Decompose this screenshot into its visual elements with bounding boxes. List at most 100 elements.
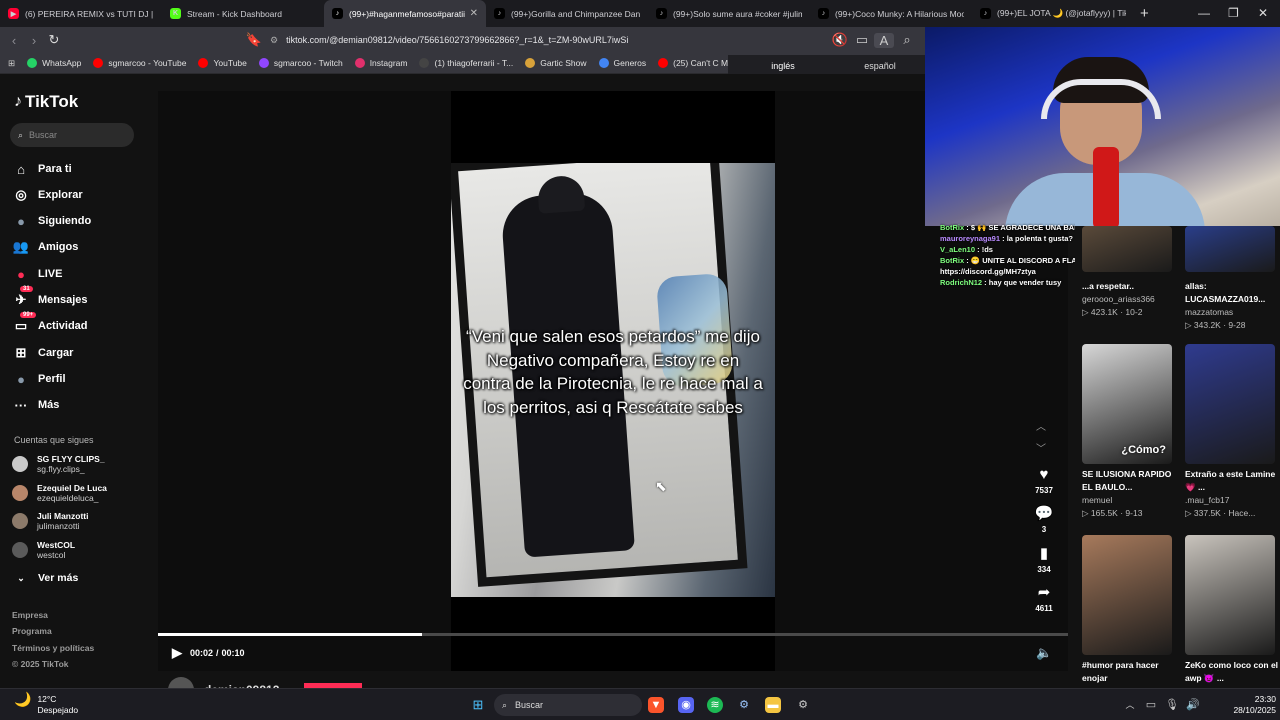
- apps-grid-icon[interactable]: ⊞: [8, 58, 15, 69]
- video-thumbnail[interactable]: ¿Cómo?: [1082, 344, 1172, 464]
- network-icon[interactable]: ▭: [1143, 697, 1159, 713]
- windows-start-icon[interactable]: ⊞: [470, 697, 486, 713]
- mute-icon[interactable]: 🔇: [830, 32, 850, 48]
- video-card-author: geroooo_ariass366: [1082, 294, 1155, 304]
- clock[interactable]: 23:30 28/10/2025: [1226, 694, 1276, 716]
- followed-account[interactable]: SG FLYY CLIPS_ sg.flyy.clips_: [12, 454, 105, 474]
- video-progress-bar[interactable]: [158, 633, 1068, 636]
- bookmark-item[interactable]: (1) thiagoferrarii - T...: [419, 58, 513, 68]
- account-avatar: [12, 513, 28, 529]
- video-player[interactable]: “Veni que salen esos petardos” me dijo N…: [451, 163, 775, 597]
- brave-browser-icon[interactable]: ▼: [648, 697, 664, 713]
- browser-tab[interactable]: ▶ (6) PEREIRA REMIX vs TUTI DJ | SET I: [0, 0, 162, 27]
- sidebar-item-live[interactable]: ● LIVE: [12, 264, 62, 284]
- volume-tray-icon[interactable]: 🔊: [1185, 697, 1201, 713]
- video-card-info[interactable]: allas: LUCASMAZZA019... mazzatomas ▷ 343.2…: [1185, 280, 1280, 332]
- video-card-info[interactable]: #humor para hacer enojar: [1082, 659, 1177, 685]
- sidebar-item-profile-avatar[interactable]: ● Perfil: [12, 369, 65, 389]
- steam-icon[interactable]: ⚙: [736, 697, 752, 713]
- browser-tab[interactable]: ♪ (99+)Solo sume aura #coker #julima: [648, 0, 810, 27]
- bookmark-item[interactable]: YouTube: [198, 58, 247, 68]
- footer-link[interactable]: Términos y políticas: [12, 643, 94, 653]
- bookmark-item[interactable]: Gartic Show: [525, 58, 587, 68]
- footer-link[interactable]: © 2025 TikTok: [12, 659, 69, 669]
- video-card-author: mazzatomas: [1185, 307, 1234, 317]
- bookmark-item[interactable]: WhatsApp: [27, 58, 81, 68]
- sidebar-item-upload[interactable]: ⊞ Cargar: [12, 343, 74, 363]
- browser-tab-bar: ▶ (6) PEREIRA REMIX vs TUTI DJ | SET I K St…: [0, 0, 1280, 27]
- stream-chat-overlay: BotRix : $ 🙌 SE AGRADECE UNA BANDAA | AL…: [940, 222, 1075, 288]
- video-card-info[interactable]: Extraño a este Lamine 💗 ... .mau_fcb17 ▷ 3…: [1185, 468, 1280, 520]
- chat-separator: :: [982, 278, 989, 287]
- bookmark-item[interactable]: Instagram: [354, 58, 407, 68]
- sidebar-item-more[interactable]: ··· Más: [12, 395, 60, 415]
- play-icon[interactable]: ▶: [172, 645, 182, 661]
- sidebar-item-home[interactable]: ⌂ Para ti: [12, 159, 72, 179]
- site-info-icon[interactable]: ⚙: [270, 35, 278, 46]
- browser-tab[interactable]: K Stream - Kick Dashboard: [162, 0, 324, 27]
- bookmark-item[interactable]: sgmarcoo - Twitch: [258, 58, 343, 68]
- reload-icon[interactable]: ↻: [44, 32, 64, 48]
- see-more-button[interactable]: ⌄ Ver más: [12, 568, 78, 588]
- url-field[interactable]: ⚙ tiktok.com/@demian09812/video/75661602…: [270, 31, 920, 49]
- browser-tab[interactable]: ♪ (99+)#haganmefamoso#paratii ✕: [324, 0, 486, 27]
- video-thumbnail[interactable]: [1185, 226, 1275, 272]
- file-explorer-icon[interactable]: ▬: [765, 697, 781, 713]
- browser-tab[interactable]: ♪ (99+)EL JOTA 🌙 (@jotaflyyy) | TikTo: [972, 0, 1134, 27]
- video-card-views: 343.2K: [1193, 320, 1221, 330]
- forward-icon[interactable]: ›: [24, 33, 44, 48]
- video-thumbnail[interactable]: [1082, 226, 1172, 272]
- zoom-search-icon[interactable]: ⌕: [897, 32, 917, 48]
- video-card-info[interactable]: ...a respetar.. geroooo_ariass366 ▷ 423.1K…: [1082, 280, 1177, 319]
- sidebar-item-messages[interactable]: ✈ 31 Mensajes: [12, 286, 88, 310]
- video-card-info[interactable]: ZeKo como loco con el awp 👿 ...: [1185, 659, 1280, 685]
- search-input[interactable]: ⌕ Buscar: [10, 123, 134, 147]
- video-card-info[interactable]: SE ILUSIONA RAPIDO EL BAULO... memuel ▷ 16…: [1082, 468, 1177, 520]
- settings-app-icon[interactable]: ⚙: [795, 697, 811, 713]
- video-thumbnail[interactable]: [1082, 535, 1172, 655]
- bookmark-item[interactable]: Generos: [598, 58, 646, 68]
- video-thumbnail[interactable]: [1185, 344, 1275, 464]
- sidebar-item-activity[interactable]: ▭ 99+ Actividad: [12, 312, 88, 336]
- video-thumbnail[interactable]: [1185, 535, 1275, 655]
- mic-icon[interactable]: 🎙: [1164, 697, 1180, 713]
- bookmark-icon[interactable]: 🔖: [244, 32, 264, 48]
- volume-icon[interactable]: 🔈: [1036, 645, 1052, 661]
- like-button[interactable]: ♥ 7537: [1029, 466, 1059, 495]
- browser-tab[interactable]: ♪ (99+)Coco Munky: A Hilarious Mood: [810, 0, 972, 27]
- taskbar-search[interactable]: ⌕ Buscar: [494, 694, 642, 716]
- maximize-icon[interactable]: ❐: [1228, 6, 1239, 20]
- close-tab-icon[interactable]: ✕: [470, 8, 478, 19]
- sidebar: ♪ TikTok ⌕ Buscar ⌂ Para ti ◎ Explorar ● Sigu…: [0, 74, 158, 688]
- sidebar-item-friends[interactable]: 👥 Amigos: [12, 237, 78, 257]
- back-icon[interactable]: ‹: [4, 33, 24, 48]
- thumbnail-overlay-text: ¿Cómo?: [1121, 444, 1166, 456]
- prev-video-icon[interactable]: ︿: [1036, 418, 1046, 433]
- account-avatar: [12, 542, 28, 558]
- spotify-icon[interactable]: ≋: [707, 697, 723, 713]
- bookmark-item[interactable]: sgmarcoo - YouTube: [93, 58, 186, 68]
- tiktok-logo[interactable]: ♪ TikTok: [14, 92, 78, 112]
- followed-account[interactable]: Ezequiel De Luca ezequieldeluca_: [12, 483, 107, 503]
- next-video-icon[interactable]: ﹀: [1036, 440, 1046, 455]
- share-button[interactable]: ➦ 4611: [1029, 584, 1059, 613]
- footer-link[interactable]: Empresa: [12, 610, 48, 620]
- footer-link[interactable]: Programa: [12, 626, 52, 636]
- browser-tab[interactable]: ♪ (99+)Gorilla and Chimpanzee Dance: [486, 0, 648, 27]
- sidebar-item-compass[interactable]: ◎ Explorar: [12, 185, 82, 205]
- save-button[interactable]: ▮ 334: [1029, 545, 1059, 574]
- followed-account[interactable]: WestCOL westcol: [12, 540, 75, 560]
- play-count-icon: ▷: [1082, 508, 1091, 518]
- tray-chevron-icon[interactable]: ︿: [1122, 697, 1138, 713]
- translate-icon[interactable]: A: [874, 32, 894, 48]
- sidebar-item-following-avatar[interactable]: ● Siguiendo: [12, 211, 91, 231]
- tab-favicon-icon: ♪: [980, 8, 991, 19]
- weather-widget[interactable]: 🌙 12°C Despejado: [14, 692, 78, 716]
- followed-account[interactable]: Juli Manzotti julimanzotti: [12, 511, 88, 531]
- discord-icon[interactable]: ◉: [678, 697, 694, 713]
- minimize-icon[interactable]: —: [1198, 6, 1210, 20]
- close-window-icon[interactable]: ✕: [1258, 6, 1268, 20]
- cast-icon[interactable]: ▭: [852, 32, 872, 48]
- new-tab-button[interactable]: +: [1140, 5, 1149, 22]
- comment-button[interactable]: 💬 3: [1029, 505, 1059, 534]
